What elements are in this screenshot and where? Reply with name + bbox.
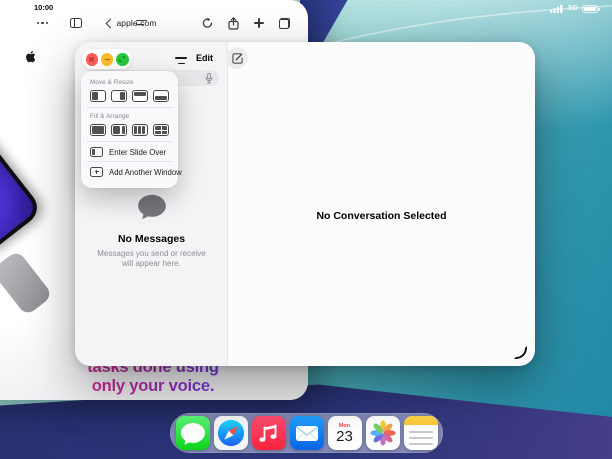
mic-icon[interactable] [205, 73, 213, 84]
headline-line-2: only your voice. [43, 377, 263, 396]
add-window-icon [90, 167, 103, 177]
dock-app-calendar[interactable]: Mon 23 [328, 416, 362, 450]
music-note-icon [252, 416, 286, 450]
no-conversation-title: No Conversation Selected [228, 210, 535, 222]
no-messages-title: No Messages [75, 233, 228, 245]
add-another-window-item[interactable]: Add Another Window [90, 167, 169, 177]
tile-right-half-icon[interactable] [111, 90, 127, 102]
dock-app-photos[interactable] [366, 416, 400, 450]
dock-app-music[interactable] [252, 416, 286, 450]
edit-button[interactable]: Edit [196, 53, 213, 63]
dock-app-messages[interactable] [176, 416, 210, 450]
apple-logo [25, 50, 36, 63]
speech-bubble-icon [137, 194, 167, 220]
menu-divider [87, 107, 172, 108]
mail-envelope-icon [290, 416, 324, 450]
zoom-window-icon[interactable] [116, 53, 129, 66]
fill-arrange-section-title: Fill & Arrange [90, 113, 169, 120]
calendar-day: 23 [336, 429, 353, 444]
menu-divider [87, 161, 172, 162]
compose-icon [232, 53, 243, 64]
reader-icon[interactable] [136, 19, 147, 28]
add-another-window-label: Add Another Window [109, 168, 182, 177]
no-messages-subtitle: Messages you send or receive will appear… [92, 249, 212, 270]
notes-icon-band [404, 416, 438, 425]
filter-icon[interactable] [175, 57, 187, 65]
status-bar-right: 5G [550, 4, 598, 13]
slide-over-icon [90, 147, 103, 157]
dock: Mon 23 [170, 413, 443, 453]
close-window-icon[interactable] [86, 53, 99, 66]
back-icon[interactable] [106, 18, 116, 28]
status-clock: 10:00 [34, 3, 53, 12]
safari-compass-icon [214, 416, 248, 450]
dock-app-mail[interactable] [290, 416, 324, 450]
move-resize-section-title: Move & Resize [90, 79, 169, 86]
share-icon[interactable] [228, 17, 239, 30]
tab-overview-icon[interactable] [279, 18, 290, 29]
tile-top-half-icon[interactable] [132, 90, 148, 102]
dock-app-safari[interactable] [214, 416, 248, 450]
enter-slide-over-label: Enter Slide Over [109, 148, 166, 157]
sidebar-toggle-icon[interactable] [70, 18, 82, 28]
messages-bubble-icon [176, 416, 210, 450]
sidebar-empty-state: No Messages Messages you send or receive… [75, 194, 228, 270]
reload-icon[interactable] [202, 17, 213, 29]
compose-button[interactable] [226, 47, 248, 69]
enter-slide-over-item[interactable]: Enter Slide Over [90, 147, 169, 157]
safari-toolbar: apple.com [0, 12, 308, 34]
dock-app-notes[interactable] [404, 416, 438, 450]
tile-left-half-icon[interactable] [90, 90, 106, 102]
window-controls-menu: Move & Resize Fill & Arrange Enter Slide… [81, 71, 178, 188]
minimize-window-icon[interactable] [101, 53, 114, 66]
network-type-label: 5G [568, 5, 578, 12]
battery-icon [582, 5, 598, 13]
menu-divider [87, 141, 172, 142]
window-controls[interactable] [82, 49, 132, 69]
signal-strength-icon [550, 4, 564, 13]
arrange-grid-icon[interactable] [153, 124, 169, 136]
more-options-icon[interactable] [37, 22, 48, 24]
fill-screen-icon[interactable] [90, 124, 106, 136]
tile-bottom-half-icon[interactable] [153, 90, 169, 102]
photos-flower-icon [366, 416, 400, 450]
new-tab-icon[interactable] [254, 18, 264, 28]
arrange-three-columns-icon[interactable] [132, 124, 148, 136]
resize-handle[interactable] [514, 346, 527, 359]
iphone-hero-image: 9:41 [0, 91, 44, 258]
arrange-left-wide-icon[interactable] [111, 124, 127, 136]
gray-device-image [0, 250, 53, 317]
